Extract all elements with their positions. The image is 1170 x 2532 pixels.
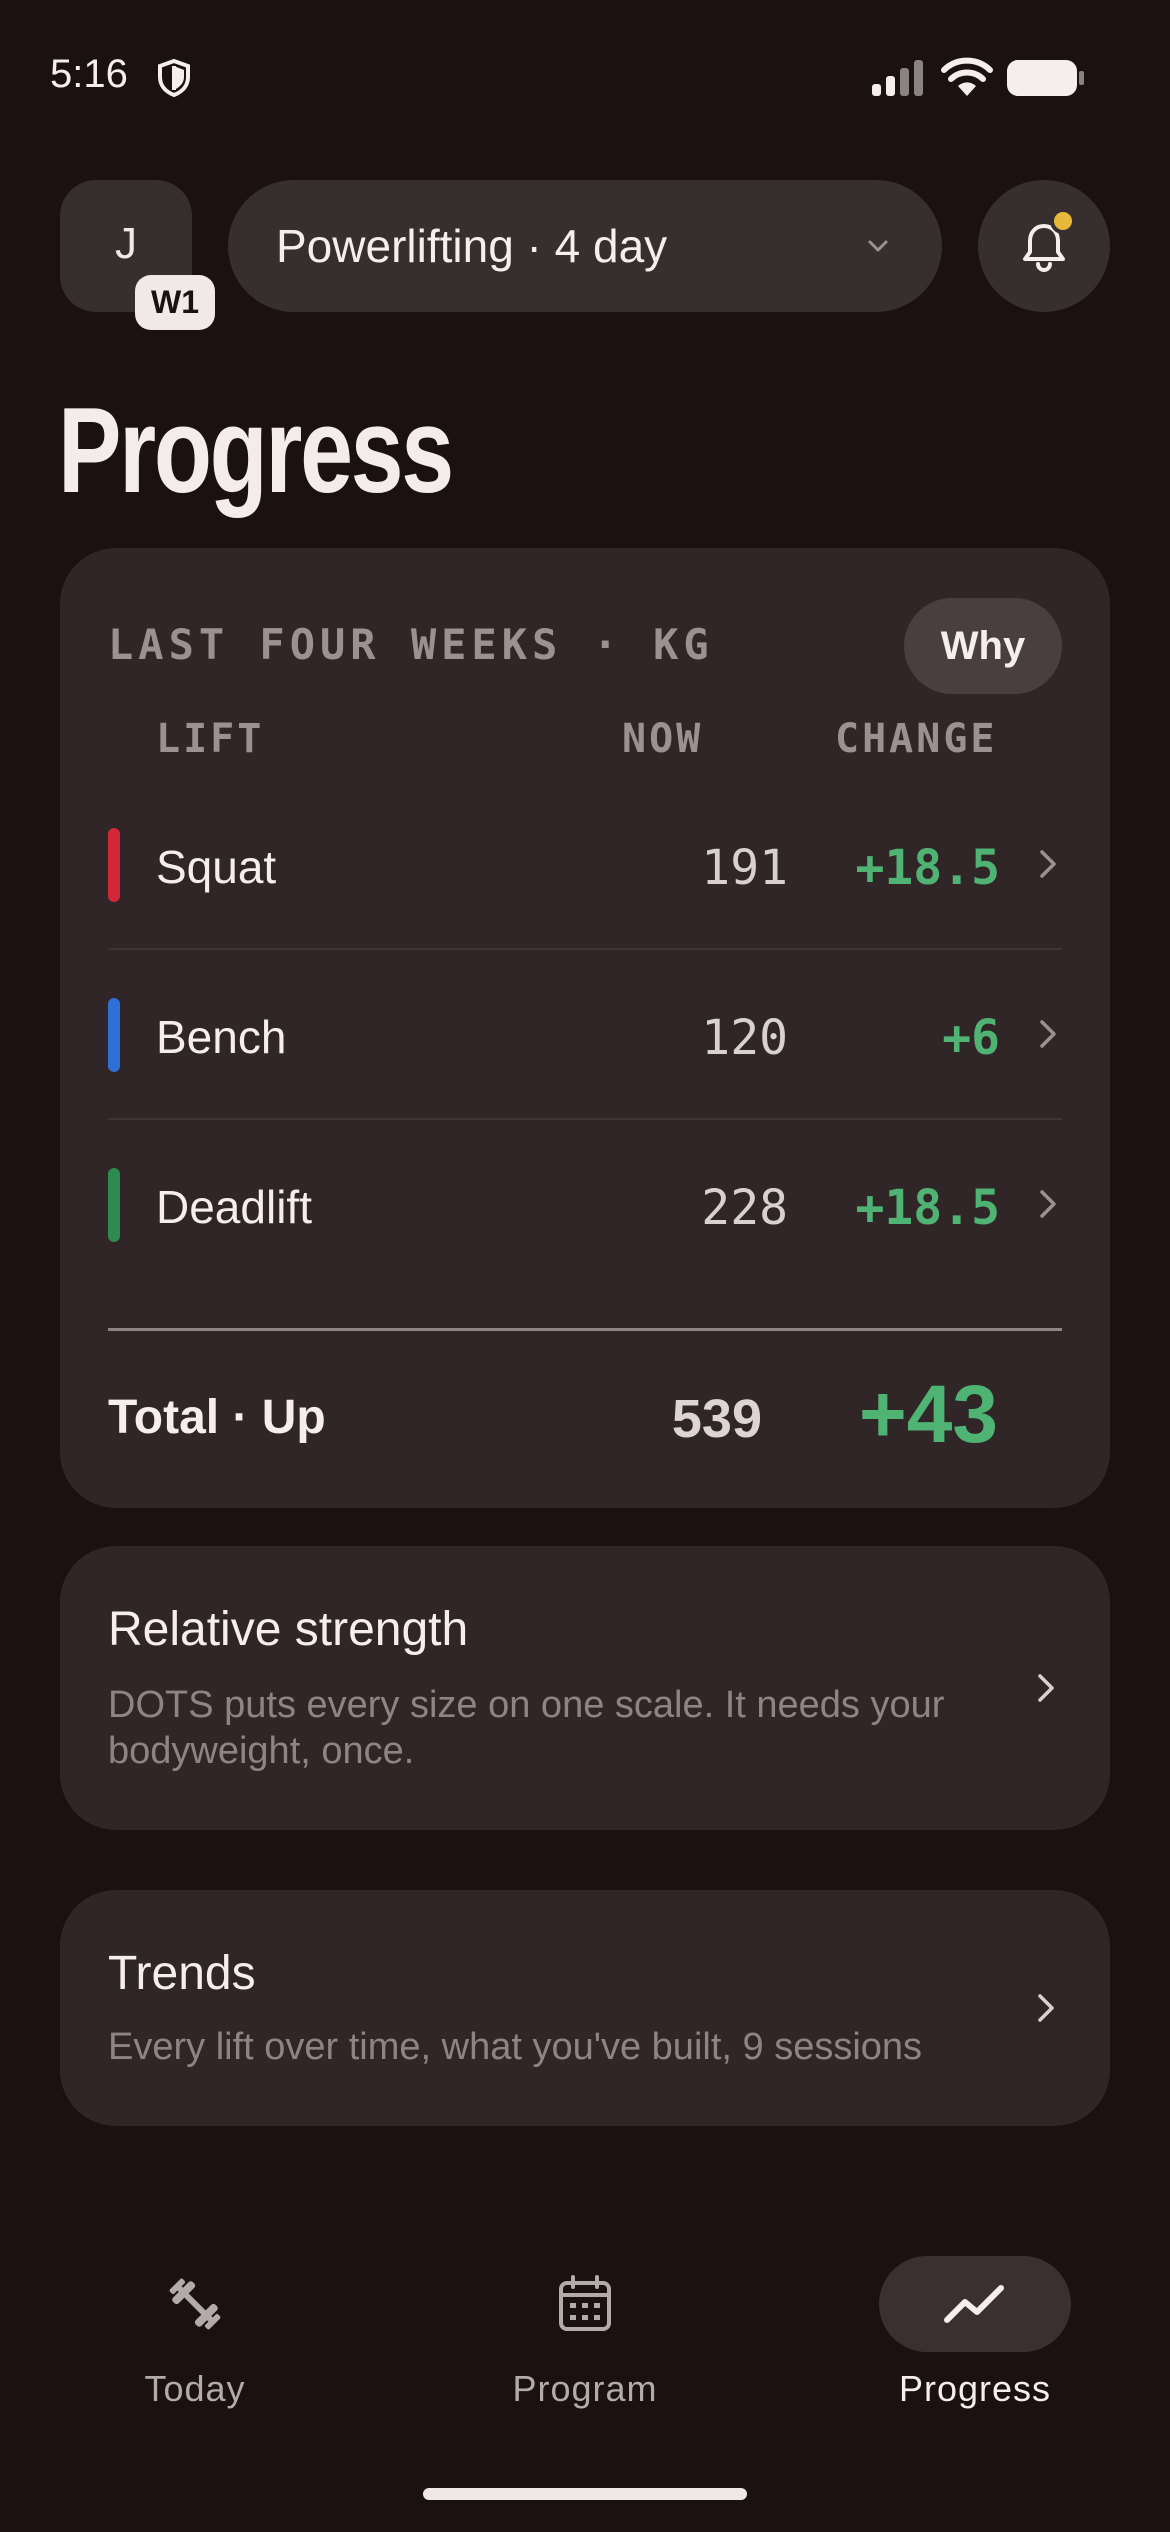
avatar-initial: J: [115, 219, 137, 268]
total-label: Total · Up: [108, 1391, 326, 1444]
cell-signal-icon: [872, 60, 923, 96]
lift-now-value: 120: [701, 1010, 788, 1066]
lift-now-value: 191: [701, 840, 788, 896]
lift-row-squat[interactable]: Squat 191 +18.5: [108, 780, 1062, 950]
relative-strength-card[interactable]: Relative strength DOTS puts every size o…: [60, 1546, 1110, 1830]
chevron-down-icon: [868, 240, 888, 252]
lift-row-deadlift[interactable]: Deadlift 228 +18.5: [108, 1120, 1062, 1290]
notification-dot: [1050, 208, 1076, 234]
week-badge: W1: [135, 275, 215, 330]
program-selector[interactable]: Powerlifting · 4 day: [228, 180, 942, 312]
nav-tab-today[interactable]: Today: [45, 2230, 345, 2430]
barbell-icon: [169, 2278, 221, 2330]
chevron-right-icon: [1040, 1020, 1056, 1048]
trends-card[interactable]: Trends Every lift over time, what you've…: [60, 1890, 1110, 2126]
nav-icon-container: [879, 2256, 1071, 2352]
calendar-icon: [559, 2275, 611, 2331]
lift-summary-card: LAST FOUR WEEKS · KG Why LIFT NOW CHANGE…: [60, 548, 1110, 1508]
notifications-button[interactable]: [978, 180, 1110, 312]
nav-icon-container: [99, 2256, 291, 2352]
summary-eyebrow: LAST FOUR WEEKS · KG: [108, 620, 714, 669]
total-change-value: +43: [858, 1369, 998, 1460]
status-bar: 5:16: [0, 0, 1170, 150]
deadlift-color-bar: [108, 1168, 120, 1242]
lift-name: Bench: [156, 1011, 287, 1063]
program-name: Powerlifting · 4 day: [276, 220, 668, 272]
lift-name: Squat: [156, 841, 277, 893]
lift-change-value: +6: [942, 1010, 1000, 1066]
why-button[interactable]: Why: [904, 598, 1062, 694]
lift-now-value: 228: [701, 1180, 788, 1236]
chevron-right-icon: [1038, 1994, 1054, 2022]
bench-color-bar: [108, 998, 120, 1072]
trends-subtitle: Every lift over time, what you've built,…: [108, 2026, 923, 2068]
lift-change-value: +18.5: [855, 840, 1001, 896]
nav-icon-container: [489, 2256, 681, 2352]
column-header-lift: LIFT: [156, 716, 265, 762]
nav-tab-progress[interactable]: Progress: [825, 2230, 1125, 2430]
page-title: Progress: [58, 382, 454, 518]
relative-strength-title: Relative strength: [108, 1603, 469, 1656]
nav-label-today: Today: [144, 2368, 246, 2409]
chevron-right-icon: [1038, 1674, 1054, 1702]
bottom-nav: Today Program Progress: [0, 2230, 1170, 2450]
chevron-right-icon: [1040, 850, 1056, 878]
squat-color-bar: [108, 828, 120, 902]
trends-title: Trends: [108, 1947, 256, 2000]
total-divider: [108, 1328, 1062, 1331]
lift-name: Deadlift: [156, 1181, 312, 1233]
battery-icon: [1007, 60, 1084, 96]
shield-icon: [158, 58, 190, 98]
total-now-value: 539: [671, 1389, 762, 1449]
lift-row-bench[interactable]: Bench 120 +6: [108, 950, 1062, 1120]
nav-label-progress: Progress: [898, 2368, 1052, 2409]
column-header-now: NOW: [622, 716, 704, 762]
column-header-change: CHANGE: [835, 716, 998, 762]
wifi-icon: [941, 57, 993, 96]
home-indicator: [423, 2488, 747, 2500]
nav-label-program: Program: [512, 2368, 658, 2409]
nav-tab-program[interactable]: Program: [435, 2230, 735, 2430]
lift-change-value: +18.5: [855, 1180, 1001, 1236]
relative-strength-subtitle: DOTS puts every size on one scale. It ne…: [108, 1684, 945, 1772]
chevron-right-icon: [1040, 1190, 1056, 1218]
trend-line-icon: [944, 2285, 1004, 2323]
status-time: 5:16: [50, 52, 128, 96]
